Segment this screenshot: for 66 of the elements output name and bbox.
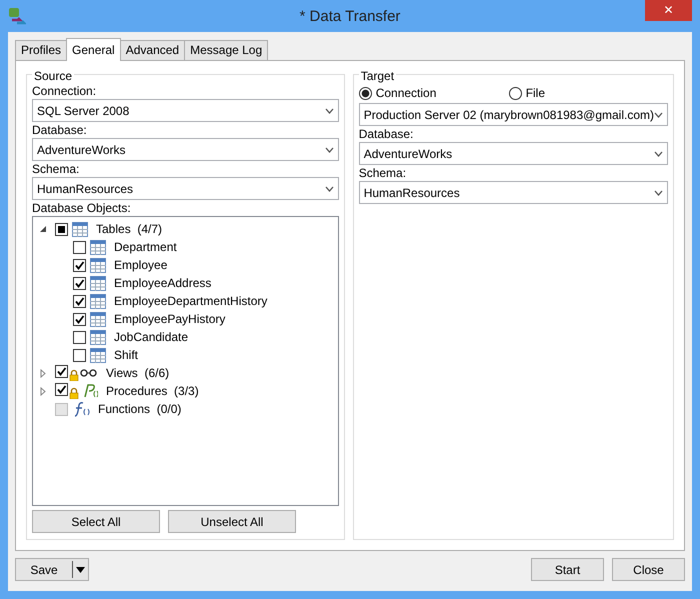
glasses-icon (80, 368, 98, 378)
checkbox[interactable] (55, 383, 68, 396)
table-icon (90, 294, 106, 308)
table-icon (90, 276, 106, 290)
caret-icon (654, 112, 663, 118)
radio-button[interactable] (358, 86, 372, 100)
checkbox[interactable] (55, 365, 68, 378)
table-icon (90, 312, 106, 326)
checkbox[interactable] (73, 348, 86, 362)
connection-dropdown[interactable]: SQL Server 2008 (32, 99, 339, 122)
field-label: Database Objects: (32, 201, 132, 216)
tree-item-label[interactable]: Employee (114, 256, 168, 274)
function-icon (72, 401, 90, 417)
caret-icon (324, 146, 334, 152)
checkbox[interactable] (73, 312, 86, 326)
checkbox[interactable] (55, 222, 68, 236)
tree-item-label[interactable]: EmployeeAddress (114, 274, 212, 292)
tab[interactable]: General (66, 38, 121, 61)
tree-item-label[interactable]: EmployeeDepartmentHistory (114, 292, 268, 310)
app-icon (8, 6, 26, 25)
tree-item-label[interactable]: Tables (4/7) (96, 220, 162, 238)
database-dropdown[interactable]: AdventureWorks (358, 142, 668, 165)
tree-item-label[interactable]: Procedures (3/3) (106, 382, 199, 400)
window-title: * Data Transfer (298, 7, 402, 27)
checkbox[interactable] (73, 276, 86, 290)
table-icon (72, 222, 88, 236)
tree-item-label[interactable]: Department (114, 238, 177, 256)
connection-dropdown[interactable]: Production Server 02 (marybrown081983@gmail.com) (358, 103, 668, 126)
tab[interactable]: Advanced (120, 40, 186, 60)
field-label: Database: (358, 127, 414, 142)
field-label: Schema: (32, 162, 80, 177)
schema-dropdown[interactable]: HumanResources (32, 177, 339, 200)
tree-item-label[interactable]: EmployeePayHistory (114, 310, 226, 328)
action-button[interactable]: Unselect All (168, 510, 296, 533)
caret-icon (324, 108, 334, 114)
field-label: Connection: (32, 84, 98, 99)
action-button[interactable]: Start (531, 558, 604, 581)
field-label: Schema: (358, 166, 408, 181)
tree-item-label[interactable]: Shift (114, 346, 138, 364)
save-button[interactable]: Save (15, 558, 89, 581)
checkbox[interactable] (73, 258, 86, 272)
action-button[interactable]: Close (612, 558, 685, 581)
tree-item-label[interactable]: Views (6/6) (106, 364, 170, 382)
radio-label[interactable]: File (526, 84, 546, 102)
checkbox[interactable] (73, 240, 86, 254)
caret-icon (324, 186, 334, 192)
collapse-icon[interactable] (39, 225, 47, 233)
caret-icon (654, 150, 663, 156)
dropdown-icon (72, 561, 88, 578)
radio-button[interactable] (508, 86, 522, 100)
caret-icon (654, 190, 663, 196)
table-icon (90, 330, 106, 344)
field-label: Database: (32, 123, 88, 138)
table-icon (90, 348, 106, 362)
action-button[interactable]: Select All (32, 510, 160, 533)
checkbox[interactable] (73, 330, 86, 344)
close-button[interactable]: ✕ (645, 0, 692, 21)
database-dropdown[interactable]: AdventureWorks (32, 138, 339, 161)
table-icon (90, 240, 106, 254)
tab[interactable]: Message Log (184, 40, 268, 60)
table-icon (90, 258, 106, 272)
schema-dropdown[interactable]: HumanResources (358, 181, 668, 204)
tab[interactable]: Profiles (15, 40, 68, 60)
tree-item-label[interactable]: JobCandidate (114, 328, 188, 346)
radio-label[interactable]: Connection (376, 84, 436, 102)
checkbox[interactable] (73, 294, 86, 308)
